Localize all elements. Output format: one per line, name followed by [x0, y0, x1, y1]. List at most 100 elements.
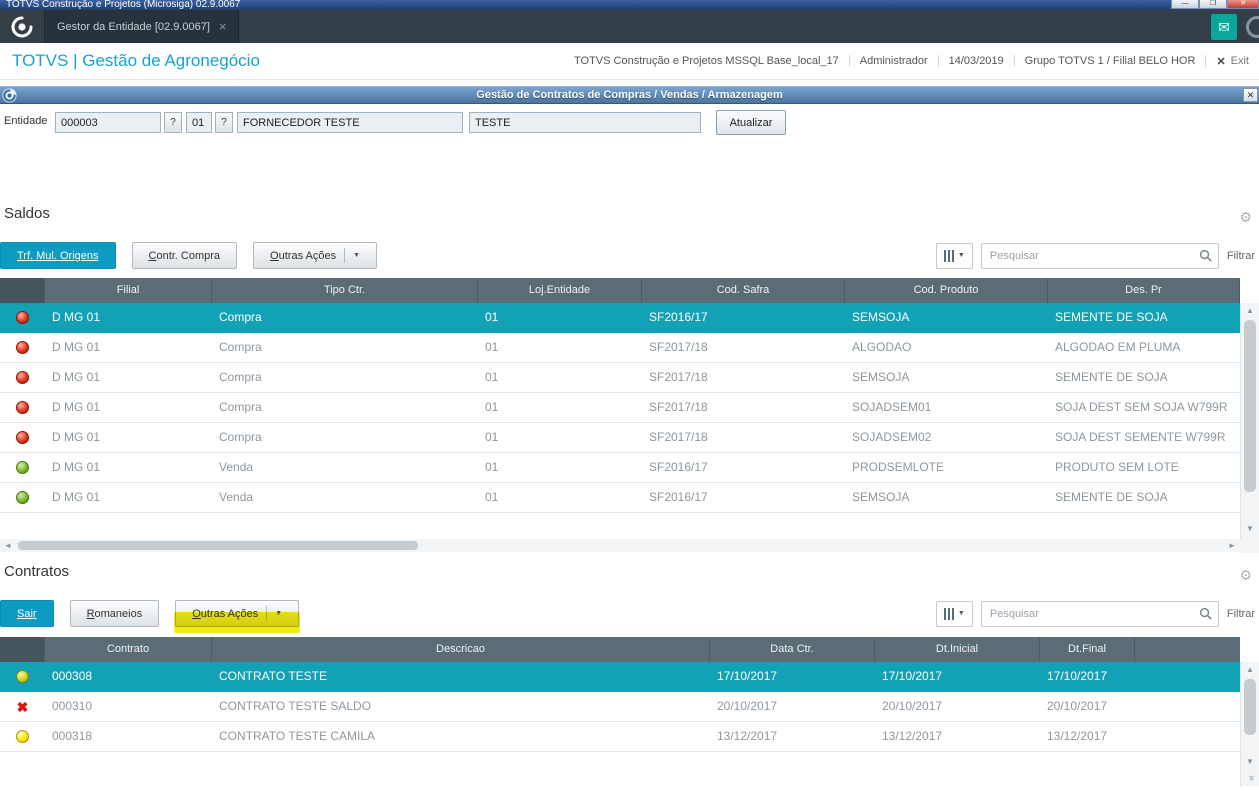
saldos-vertical-scrollbar[interactable]: ▲ ▼ » [1240, 303, 1259, 553]
close-button[interactable]: ✕ [1227, 0, 1259, 9]
app-header: TOTVS | Gestão de Agronegócio TOTVS Cons… [0, 43, 1259, 80]
contratos-header-col-2[interactable]: Descricao [212, 637, 710, 662]
contratos-vscroll-thumb[interactable] [1244, 679, 1256, 735]
exit-label: Exit [1230, 55, 1249, 67]
saldos-table-row-4[interactable]: D MG 01 Compra 01 SF2017/18 SOJADSEM01 SOJA D… [0, 393, 1240, 423]
entity-form: Entidade ? ? Atualizar [0, 110, 1259, 136]
chevron-down-icon: ▼ [957, 252, 965, 259]
store-code-field[interactable] [186, 112, 212, 133]
saldos-header-col-2[interactable]: Tipo Ctr. [212, 278, 478, 303]
saldos-header-col-1[interactable]: Filial [45, 278, 212, 303]
contratos-toolbar: Sair Romaneios Outras Ações▼ ▼ Filtrar [0, 600, 1256, 633]
red-ball-status-icon [16, 371, 29, 384]
contratos-columns-button[interactable]: ▼ [935, 600, 973, 627]
contratos-button-outras-a-es[interactable]: Outras Ações ▼ [174, 600, 301, 633]
saldos-header-col-3[interactable]: Loj.Entidade [478, 278, 642, 303]
saldos-cell-r4-c6: SOJA DEST SEM SOJA W799R [1055, 400, 1228, 414]
saldos-cell-r5-c6: SOJA DEST SEMENTE W799R [1055, 430, 1226, 444]
totvs-logo-icon [10, 15, 34, 39]
saldos-table-row-5[interactable]: D MG 01 Compra 01 SF2017/18 SOJADSEM02 SOJA D… [0, 423, 1240, 453]
saldos-table-row-7[interactable]: D MG 01 Venda 01 SF2016/17 SEMSOJA SEMENTE DE… [0, 483, 1240, 513]
saldos-button-contr-compra[interactable]: Contr. Compra [131, 242, 238, 269]
scroll-right-icon[interactable]: ► [1224, 541, 1240, 550]
contratos-header-col-1[interactable]: Contrato [45, 637, 212, 662]
saldos-hscroll-track[interactable] [16, 539, 1224, 552]
scroll-down-icon[interactable]: ▼ [1241, 521, 1259, 537]
contratos-section-title: Contratos [4, 563, 70, 580]
maximize-button[interactable]: ❐ [1199, 0, 1227, 9]
window-title: TOTVS Construção e Projetos (Microsiga) … [6, 0, 241, 10]
contratos-header-row: Contrato Descricao Data Ctr. Dt.Inicial Dt.F… [0, 637, 1240, 662]
contratos-button-sair[interactable]: Sair [0, 600, 54, 627]
entity-code-lookup-button[interactable]: ? [164, 112, 182, 133]
minimize-button[interactable]: — [1171, 0, 1199, 9]
scroll-up-icon[interactable]: ▲ [1241, 662, 1259, 678]
scroll-left-icon[interactable]: ◄ [0, 541, 16, 550]
saldos-table-row-2[interactable]: D MG 01 Compra 01 SF2017/18 ALGODAO ALGODAO E… [0, 333, 1240, 363]
contratos-header-col-4[interactable]: Dt.Inicial [875, 637, 1040, 662]
update-button[interactable]: Atualizar [716, 110, 786, 135]
mail-button[interactable]: ✉ [1211, 13, 1237, 40]
saldos-table-row-1[interactable]: D MG 01 Compra 01 SF2016/17 SEMSOJA SEMENTE D… [0, 303, 1240, 333]
saldos-cell-r4-c2: Compra [219, 400, 262, 414]
contratos-button-romaneios[interactable]: Romaneios [69, 600, 160, 627]
saldos-header-col-5[interactable]: Cod. Produto [845, 278, 1048, 303]
saldos-search-input[interactable] [980, 242, 1219, 269]
saldos-cell-r3-c4: SF2017/18 [649, 370, 708, 384]
contratos-search-input[interactable] [980, 600, 1219, 627]
saldos-settings-gear-icon[interactable]: ⚙ [1239, 210, 1252, 224]
contratos-settings-gear-icon[interactable]: ⚙ [1239, 568, 1252, 582]
store-code-lookup-button[interactable]: ? [215, 112, 233, 133]
saldos-table-row-3[interactable]: D MG 01 Compra 01 SF2017/18 SEMSOJA SEMENTE D… [0, 363, 1240, 393]
saldos-header-status [0, 278, 45, 303]
contratos-header-col-3[interactable]: Data Ctr. [710, 637, 875, 662]
saldos-cell-r5-c2: Compra [219, 430, 262, 444]
saldos-button-trf-mul-origens[interactable]: Trf. Mul. Origens [0, 242, 116, 269]
exit-button[interactable]: ✕ Exit [1205, 54, 1259, 68]
saldos-header-col-6[interactable]: Des. Pr [1048, 278, 1240, 303]
date-label: 14/03/2019 [937, 55, 1014, 67]
contratos-vscroll-track[interactable] [1241, 678, 1259, 754]
ring-icon[interactable] [1246, 15, 1259, 38]
contratos-filter-link[interactable]: Filtrar [1227, 608, 1256, 620]
dialog-close-icon[interactable]: ✕ [1243, 88, 1258, 102]
contratos-toolbar-buttons: Sair Romaneios Outras Ações ▼ [0, 600, 301, 633]
contratos-table-row-1[interactable]: 000308 CONTRATO TESTE 17/10/2017 17/10/2017… [0, 662, 1240, 692]
saldos-cell-r7-c5: SEMSOJA [852, 490, 910, 504]
tab-gestor-da-entidade[interactable]: Gestor da Entidade [02.9.0067] × [44, 10, 240, 43]
tabbar-right: ✉ [1211, 13, 1259, 40]
saldos-columns-button[interactable]: ▼ [935, 242, 973, 269]
scroll-down-icon[interactable]: ▼ [1241, 754, 1259, 770]
saldos-hscroll-thumb[interactable] [18, 541, 418, 550]
red-x-status-icon: ✖ [16, 698, 29, 715]
search-icon [1199, 249, 1212, 262]
contratos-vertical-scrollbar[interactable]: ▲ ▼ » [1240, 662, 1259, 786]
chevron-down-icon: ▼ [957, 610, 965, 617]
contratos-cell-r2-c2: CONTRATO TESTE SALDO [219, 699, 372, 713]
saldos-cell-r1-c4: SF2016/17 [649, 310, 708, 324]
contratos-header-col-5[interactable]: Dt.Final [1040, 637, 1135, 662]
contratos-table-row-2[interactable]: ✖ 000310 CONTRATO TESTE SALDO 20/10/2017 20/… [0, 692, 1240, 722]
saldos-cell-r2-c4: SF2017/18 [649, 340, 708, 354]
contratos-cell-r2-c4: 20/10/2017 [882, 699, 943, 713]
saldos-vscroll-track[interactable] [1241, 319, 1259, 521]
envelope-icon: ✉ [1218, 18, 1230, 35]
saldos-cell-r6-c2: Venda [219, 460, 254, 474]
scroll-page-down-icon[interactable]: » [1242, 769, 1258, 787]
saldos-toolbar-buttons: Trf. Mul. Origens Contr. Compra Outras Açõ… [0, 242, 378, 269]
tab-close-icon[interactable]: × [219, 20, 227, 33]
saldos-filter-link[interactable]: Filtrar [1227, 250, 1256, 262]
saldos-header-col-4[interactable]: Cod. Safra [642, 278, 845, 303]
entity-code-field[interactable] [55, 112, 161, 133]
saldos-cell-r3-c5: SEMSOJA [852, 370, 910, 384]
saldos-horizontal-scrollbar[interactable]: ◄ ► [0, 539, 1240, 552]
saldos-vscroll-thumb[interactable] [1244, 320, 1256, 492]
saldos-table-row-6[interactable]: D MG 01 Venda 01 SF2016/17 PRODSEMLOTE PRODUT… [0, 453, 1240, 483]
saldos-search [980, 242, 1219, 269]
saldos-button-outras-a-es[interactable]: Outras Ações ▼ [253, 242, 378, 269]
saldos-cell-r5-c1: D MG 01 [52, 430, 101, 444]
entity-desc-field[interactable] [469, 112, 701, 133]
scroll-up-icon[interactable]: ▲ [1241, 303, 1259, 319]
entity-name-field[interactable] [237, 112, 463, 133]
contratos-table-row-3[interactable]: 000318 CONTRATO TESTE CAMILA 13/12/2017 13/… [0, 722, 1240, 752]
